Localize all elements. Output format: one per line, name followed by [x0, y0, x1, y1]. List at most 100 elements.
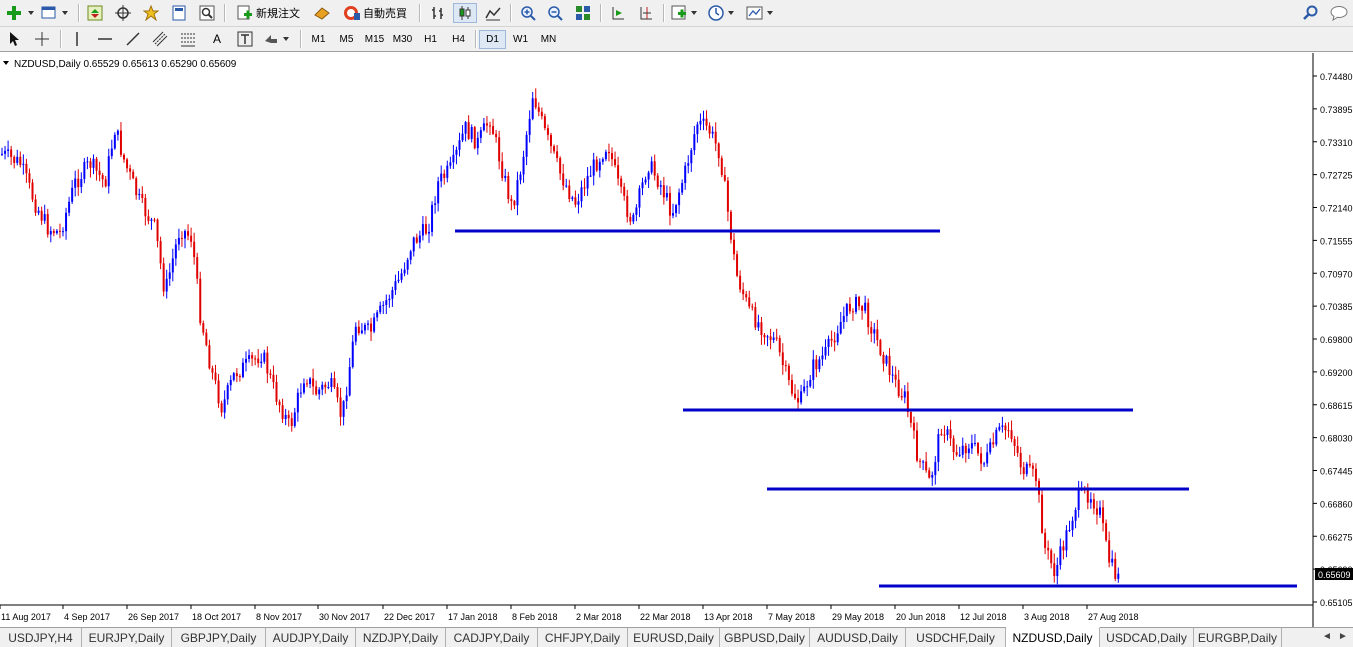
candle-body	[309, 378, 312, 384]
timeframe-m30[interactable]: M30	[389, 30, 416, 49]
candle-body	[946, 429, 949, 436]
timeframe-m5[interactable]: M5	[333, 30, 360, 49]
symbol-tab-usdjpy[interactable]: USDJPY,H4	[0, 628, 82, 647]
candle-body	[705, 118, 708, 126]
candle-body	[742, 289, 745, 295]
strategy-tester-icon[interactable]	[196, 3, 218, 23]
candle-body	[656, 175, 659, 187]
market-watch-icon[interactable]	[84, 3, 106, 23]
chat-icon[interactable]	[1328, 3, 1350, 23]
line-chart-icon[interactable]	[481, 3, 505, 23]
candle-body	[778, 338, 781, 353]
candle-body	[772, 337, 775, 341]
symbol-tab-nzdusd[interactable]: NZDUSD,Daily	[1006, 627, 1100, 647]
vertical-line-icon[interactable]	[66, 29, 88, 49]
search-icon[interactable]	[1300, 3, 1322, 23]
text-label-icon[interactable]	[234, 29, 256, 49]
candle-body	[223, 399, 226, 413]
date-label: 26 Sep 2017	[128, 612, 179, 622]
timeframe-w1[interactable]: W1	[507, 30, 534, 49]
candle-body	[150, 219, 153, 221]
symbol-tab-chfjpy[interactable]: CHFJPY,Daily	[538, 628, 628, 647]
candle-body	[269, 373, 272, 375]
new-order-label: 新規注文	[256, 8, 300, 20]
zoom-out-icon[interactable]	[543, 3, 567, 23]
equidistant-channel-icon[interactable]	[150, 29, 172, 49]
candle-body	[409, 251, 412, 260]
candle-body	[583, 187, 586, 189]
price-chart[interactable]: 0.74480 0.73895 0.73310 0.72725 0.72140 0.715…	[0, 53, 1353, 627]
symbol-tab-audusd[interactable]: AUDUSD,Daily	[810, 628, 906, 647]
templates-button[interactable]	[744, 3, 778, 23]
candle-body	[995, 429, 998, 445]
horizontal-line-icon[interactable]	[94, 29, 116, 49]
symbol-tab-eurjpy[interactable]: EURJPY,Daily	[82, 628, 172, 647]
candle-body	[1041, 494, 1044, 533]
timeframe-d1[interactable]: D1	[479, 30, 506, 49]
chart-menu-arrow-icon[interactable]	[3, 61, 9, 65]
trendline-icon[interactable]	[122, 29, 144, 49]
tab-scroll-right-icon[interactable]: ►	[1338, 631, 1348, 642]
candle-body	[28, 173, 31, 183]
symbol-tab-eurusd[interactable]: EURUSD,Daily	[628, 628, 720, 647]
new-chart-button[interactable]	[4, 3, 38, 23]
symbol-tab-nzdjpy[interactable]: NZDJPY,Daily	[356, 628, 446, 647]
zoom-in-icon[interactable]	[516, 3, 540, 23]
candle-body	[257, 358, 260, 364]
new-order-button[interactable]: 新規注文	[231, 3, 305, 23]
candle-body	[339, 397, 342, 417]
candle-body	[882, 354, 885, 364]
symbol-tab-eurgbp[interactable]: EURGBP,Daily	[1194, 628, 1282, 647]
symbol-tab-gbpjpy[interactable]: GBPJPY,Daily	[172, 628, 266, 647]
crosshair-icon[interactable]	[112, 3, 134, 23]
bar-chart-icon[interactable]	[426, 3, 450, 23]
symbol-tab-gbpusd[interactable]: GBPUSD,Daily	[720, 628, 810, 647]
candle-body	[696, 124, 699, 135]
chart-shift-icon[interactable]	[634, 3, 658, 23]
fibonacci-icon[interactable]	[178, 29, 200, 49]
timeframe-m15[interactable]: M15	[361, 30, 388, 49]
candle-body	[394, 281, 397, 291]
symbol-tab-usdcad[interactable]: USDCAD,Daily	[1100, 628, 1194, 647]
candle-body	[617, 165, 620, 179]
auto-trading-button[interactable]: 自動売買	[337, 3, 413, 23]
timeframe-h4[interactable]: H4	[445, 30, 472, 49]
navigator-icon[interactable]	[140, 3, 162, 23]
candle-body	[912, 422, 915, 431]
candle-body	[815, 359, 818, 370]
candle-body	[284, 414, 287, 420]
candle-body	[690, 150, 693, 164]
candle-body	[403, 269, 406, 274]
symbol-tab-cadjpy[interactable]: CADJPY,Daily	[446, 628, 538, 647]
candle-body	[467, 122, 470, 139]
candle-body	[406, 259, 409, 270]
candle-body	[668, 193, 671, 216]
crosshair-tool-icon[interactable]	[31, 29, 53, 49]
text-tool-icon[interactable]: A	[206, 29, 228, 49]
terminal-icon[interactable]	[168, 3, 190, 23]
candlestick-chart-icon[interactable]	[453, 3, 477, 23]
candle-body	[232, 373, 235, 380]
profiles-button[interactable]	[40, 3, 72, 23]
candle-body	[842, 315, 845, 322]
tab-scroll-left-icon[interactable]: ◄	[1322, 631, 1332, 642]
price-label: 0.73895	[1320, 105, 1353, 115]
meta-editor-icon[interactable]	[310, 3, 334, 23]
candle-body	[241, 362, 244, 377]
cursor-icon[interactable]	[3, 29, 25, 49]
arrows-menu-icon[interactable]	[262, 29, 294, 49]
candle-body	[681, 183, 684, 193]
symbol-tab-audjpy[interactable]: AUDJPY,Daily	[266, 628, 356, 647]
candle-body	[812, 359, 815, 380]
auto-scroll-icon[interactable]	[606, 3, 630, 23]
symbol-tab-usdchf[interactable]: USDCHF,Daily	[906, 628, 1006, 647]
timeframe-m1[interactable]: M1	[305, 30, 332, 49]
indicators-button[interactable]	[669, 3, 703, 23]
timeframe-h1[interactable]: H1	[417, 30, 444, 49]
candle-body	[1019, 452, 1022, 468]
periods-button[interactable]	[706, 3, 740, 23]
timeframe-mn[interactable]: MN	[535, 30, 562, 49]
candle-body	[479, 130, 482, 138]
tile-windows-icon[interactable]	[571, 3, 595, 23]
price-label: 0.68615	[1320, 401, 1353, 411]
